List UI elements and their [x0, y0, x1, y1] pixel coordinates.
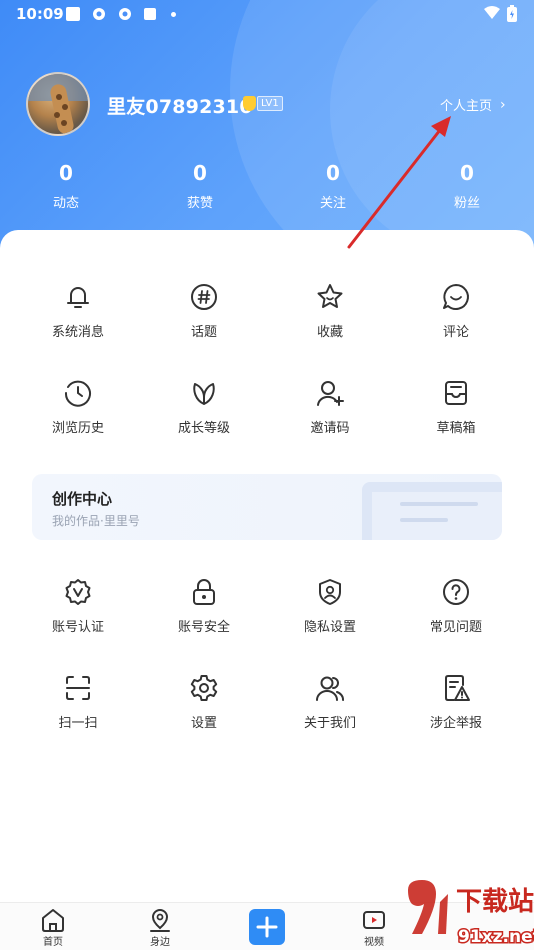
report-icon — [445, 675, 470, 701]
item-label: 隐私设置 — [303, 620, 356, 635]
item-label: 涉企举报 — [429, 716, 482, 731]
watermark-text-top: 下载站 — [456, 887, 534, 917]
item-label: 收藏 — [316, 325, 343, 340]
growth-level-item[interactable]: 成长等级 — [154, 378, 254, 436]
stat-posts[interactable]: 0 动态 — [26, 160, 106, 211]
star-icon — [317, 284, 343, 308]
plus-icon — [256, 916, 278, 938]
item-label: 邀请码 — [310, 421, 350, 436]
nav-label: 身边 — [150, 937, 170, 948]
more-notifications-icon — [171, 12, 176, 17]
wifi-icon — [484, 6, 500, 19]
notification-icon — [144, 8, 156, 20]
verify-badge-icon — [65, 579, 91, 605]
item-label: 设置 — [190, 716, 217, 731]
nav-label: 视频 — [364, 937, 384, 948]
menu-card: 系统消息 话题 收藏 评论 浏览历史 成长等级 邀请码 草稿箱 创作中心 我的作… — [0, 230, 534, 902]
level-label: LV1 — [257, 95, 283, 111]
shield-user-icon — [319, 579, 341, 605]
system-messages-item[interactable]: 系统消息 — [28, 282, 128, 340]
status-time: 10:09 — [16, 5, 64, 23]
home-icon — [42, 909, 64, 932]
stat-value: 0 — [326, 161, 340, 185]
medal-icon — [243, 95, 256, 111]
leaf-icon — [193, 383, 215, 405]
topics-item[interactable]: 话题 — [154, 282, 254, 340]
group-icon — [316, 676, 344, 701]
privacy-settings-item[interactable]: 隐私设置 — [280, 577, 380, 635]
stat-label: 关注 — [319, 196, 346, 211]
gear-icon — [190, 675, 218, 701]
nav-home[interactable]: 首页 — [23, 907, 83, 948]
nav-video[interactable]: 视频 — [344, 907, 404, 948]
comments-item[interactable]: 评论 — [406, 282, 506, 340]
battery-icon — [507, 5, 517, 22]
creator-center-card[interactable]: 创作中心 我的作品·里里号 — [32, 474, 502, 540]
item-label: 浏览历史 — [51, 421, 104, 436]
stat-value: 0 — [193, 161, 207, 185]
stat-value: 0 — [59, 161, 73, 185]
nav-nearby[interactable]: 身边 — [130, 907, 190, 948]
level-badge: LV1 — [243, 95, 283, 111]
stat-value: 0 — [460, 161, 474, 185]
stat-label: 获赞 — [186, 196, 213, 211]
comment-icon — [443, 284, 469, 310]
invite-code-item[interactable]: 邀请码 — [280, 378, 380, 436]
item-label: 关于我们 — [303, 716, 356, 731]
nav-label: 首页 — [43, 937, 63, 948]
item-label: 系统消息 — [51, 325, 104, 340]
drafts-icon — [445, 381, 467, 405]
hashtag-icon — [191, 284, 217, 310]
scan-icon — [66, 676, 90, 700]
scan-item[interactable]: 扫一扫 — [28, 673, 128, 731]
about-us-item[interactable]: 关于我们 — [280, 673, 380, 731]
creator-decoration — [362, 482, 502, 540]
item-label: 成长等级 — [177, 421, 230, 436]
personal-homepage-label: 个人主页 — [440, 99, 493, 114]
item-label: 账号认证 — [51, 620, 104, 635]
item-label: 草稿箱 — [436, 421, 476, 436]
stat-following[interactable]: 0 关注 — [293, 160, 373, 211]
status-bar: 10:09 — [0, 0, 534, 30]
stat-likes[interactable]: 0 获赞 — [160, 160, 240, 211]
username: 里友07892310 — [107, 96, 253, 118]
sync-icon — [93, 8, 105, 20]
stat-label: 粉丝 — [453, 196, 480, 211]
account-security-item[interactable]: 账号安全 — [154, 577, 254, 635]
stat-label: 动态 — [52, 196, 79, 211]
faq-item[interactable]: 常见问题 — [406, 577, 506, 635]
location-icon — [150, 908, 170, 932]
avatar[interactable] — [26, 72, 90, 136]
history-icon — [64, 380, 91, 407]
watermark-logo: 下载站 91xz.net — [408, 880, 534, 949]
browse-history-item[interactable]: 浏览历史 — [28, 378, 128, 436]
item-label: 账号安全 — [177, 620, 230, 635]
item-label: 扫一扫 — [58, 716, 98, 731]
item-label: 常见问题 — [429, 620, 482, 635]
video-icon — [363, 911, 385, 929]
account-verification-item[interactable]: 账号认证 — [28, 577, 128, 635]
create-post-button[interactable] — [249, 909, 285, 945]
profile-header: 10:09 里友07892310 LV1 个人主页 › 0 动态 0 获赞 0 … — [0, 0, 534, 260]
creator-center-subtitle: 我的作品·里里号 — [52, 514, 140, 528]
bell-icon — [67, 287, 89, 308]
question-icon — [443, 579, 469, 605]
chevron-right-icon: › — [500, 96, 506, 113]
add-user-icon — [317, 381, 344, 406]
drafts-item[interactable]: 草稿箱 — [406, 378, 506, 436]
enterprise-report-item[interactable]: 涉企举报 — [406, 673, 506, 731]
personal-homepage-link[interactable]: 个人主页 › — [440, 95, 506, 115]
lock-icon — [193, 579, 215, 605]
settings-item[interactable]: 设置 — [154, 673, 254, 731]
item-label: 话题 — [190, 325, 217, 340]
stat-fans[interactable]: 0 粉丝 — [427, 160, 507, 211]
item-label: 评论 — [442, 325, 469, 340]
creator-center-title: 创作中心 — [52, 490, 113, 508]
profile-stats: 0 动态 0 获赞 0 关注 0 粉丝 — [0, 160, 534, 220]
watermark-text-bottom: 91xz.net — [458, 927, 534, 947]
notification-icon — [66, 7, 80, 21]
sync-icon — [119, 8, 131, 20]
favorites-item[interactable]: 收藏 — [280, 282, 380, 340]
